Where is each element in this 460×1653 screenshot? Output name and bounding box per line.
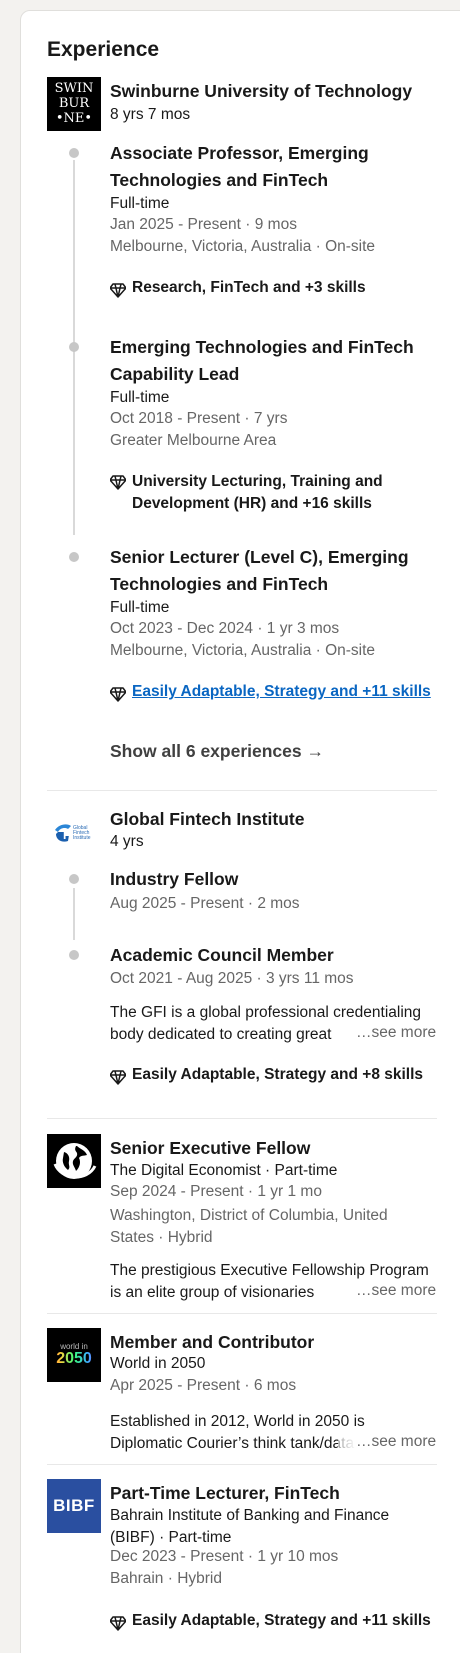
digital-economist-logo[interactable] <box>47 1134 101 1188</box>
divider <box>47 1464 437 1465</box>
diamond-skill-icon <box>110 1616 126 1631</box>
skills-text: University Lecturing, Training and Devel… <box>132 473 383 512</box>
role-location: Bahrain · Hybrid <box>110 1570 222 1587</box>
swinburne-logo-line: SWIN <box>54 81 94 96</box>
role-location: Washington, District of Columbia, United… <box>110 1207 388 1246</box>
skills-row[interactable]: University Lecturing, Training and Devel… <box>110 471 410 515</box>
role-title[interactable]: Senior Executive Fellow <box>110 1138 310 1159</box>
swinburne-logo-line: •NE• <box>55 111 93 126</box>
company-name: World in 2050 <box>110 1355 206 1372</box>
timeline-dot <box>69 950 79 960</box>
employment-type: Full-time <box>110 599 170 616</box>
skills-text: Easily Adaptable, Strategy and +11 skill… <box>132 1612 431 1629</box>
company-name[interactable]: Swinburne University of Technology <box>110 81 412 102</box>
see-more-link[interactable]: …see more <box>338 1024 437 1042</box>
role-dates: Dec 2023 - Present · 1 yr 10 mos <box>110 1548 339 1565</box>
bibf-logo-text: BIBF <box>53 1496 95 1515</box>
diamond-skill-icon <box>110 475 126 490</box>
role-location: Greater Melbourne Area <box>110 432 277 449</box>
role-dates: Apr 2025 - Present · 6 mos <box>110 1377 297 1394</box>
diamond-skill-icon <box>110 1070 126 1085</box>
company-name[interactable]: Global Fintech Institute <box>110 809 304 830</box>
bibf-logo[interactable]: BIBF <box>47 1479 101 1533</box>
swinburne-logo-line: BUR <box>58 96 90 111</box>
employment-type: Full-time <box>110 195 170 212</box>
company-duration: 4 yrs <box>110 833 144 850</box>
divider <box>47 1313 437 1314</box>
timeline-dot <box>69 552 79 562</box>
divider <box>47 790 437 791</box>
timeline-line <box>73 888 75 940</box>
gfi-logo[interactable]: F Global Fintech Institute <box>47 806 101 860</box>
role-title[interactable]: Part-Time Lecturer, FinTech <box>110 1483 340 1504</box>
world-in-2050-logo[interactable]: world in 2050 <box>47 1328 101 1382</box>
skills-row[interactable]: Easily Adaptable, Strategy and +11 skill… <box>110 1612 431 1631</box>
role-title[interactable]: Associate Professor, Emerging Technologi… <box>110 140 430 194</box>
role-dates: Oct 2018 - Present · 7 yrs <box>110 410 288 427</box>
skills-text: Easily Adaptable, Strategy and +11 skill… <box>132 683 431 700</box>
company-name: Bahrain Institute of Banking and Finance… <box>110 1507 390 1546</box>
role-dates: Oct 2023 - Dec 2024 · 1 yr 3 mos <box>110 620 340 637</box>
see-more-link[interactable]: …see more <box>338 1433 437 1451</box>
gfi-logo-text: Global Fintech Institute <box>73 825 91 841</box>
role-title[interactable]: Member and Contributor <box>110 1332 314 1353</box>
employment-type: Full-time <box>110 389 170 406</box>
show-all-experiences-button[interactable]: Show all 6 experiences → <box>110 741 324 762</box>
role-dates: Jan 2025 - Present · 9 mos <box>110 216 297 233</box>
skills-row[interactable]: Easily Adaptable, Strategy and +8 skills <box>110 1066 423 1085</box>
role-title[interactable]: Senior Lecturer (Level C), Emerging Tech… <box>110 544 430 598</box>
role-location: Melbourne, Victoria, Australia · On-site <box>110 238 376 255</box>
skills-link[interactable]: Easily Adaptable, Strategy and +11 skill… <box>110 683 431 702</box>
company-name: The Digital Economist · Part-time <box>110 1162 338 1179</box>
company-duration: 8 yrs 7 mos <box>110 106 191 123</box>
see-more-link[interactable]: …see more <box>338 1282 437 1300</box>
diamond-skill-icon <box>110 687 126 702</box>
section-title: Experience <box>47 38 160 61</box>
skills-text: Easily Adaptable, Strategy and +8 skills <box>132 1066 424 1083</box>
divider <box>47 1118 437 1119</box>
role-dates: Oct 2021 - Aug 2025 · 3 yrs 11 mos <box>110 970 354 987</box>
diamond-skill-icon <box>110 283 126 298</box>
logo-big-text: 2050 <box>47 1351 101 1367</box>
role-location: Melbourne, Victoria, Australia · On-site <box>110 642 376 659</box>
skills-text: Research, FinTech and +3 skills <box>132 279 366 296</box>
role-title[interactable]: Emerging Technologies and FinTech Capabi… <box>110 334 430 388</box>
timeline-dot <box>69 148 79 158</box>
globe-icon <box>53 1143 97 1179</box>
swinburne-logo[interactable]: SWIN BUR •NE• <box>47 77 101 131</box>
skills-row[interactable]: Research, FinTech and +3 skills <box>110 279 366 298</box>
timeline-dot <box>69 874 79 884</box>
role-dates: Aug 2025 - Present · 2 mos <box>110 895 300 912</box>
timeline-dot <box>69 342 79 352</box>
svg-text:F: F <box>63 828 70 842</box>
role-dates: Sep 2024 - Present · 1 yr 1 mo <box>110 1183 322 1200</box>
role-title[interactable]: Academic Council Member <box>110 942 430 969</box>
role-title[interactable]: Industry Fellow <box>110 866 430 893</box>
